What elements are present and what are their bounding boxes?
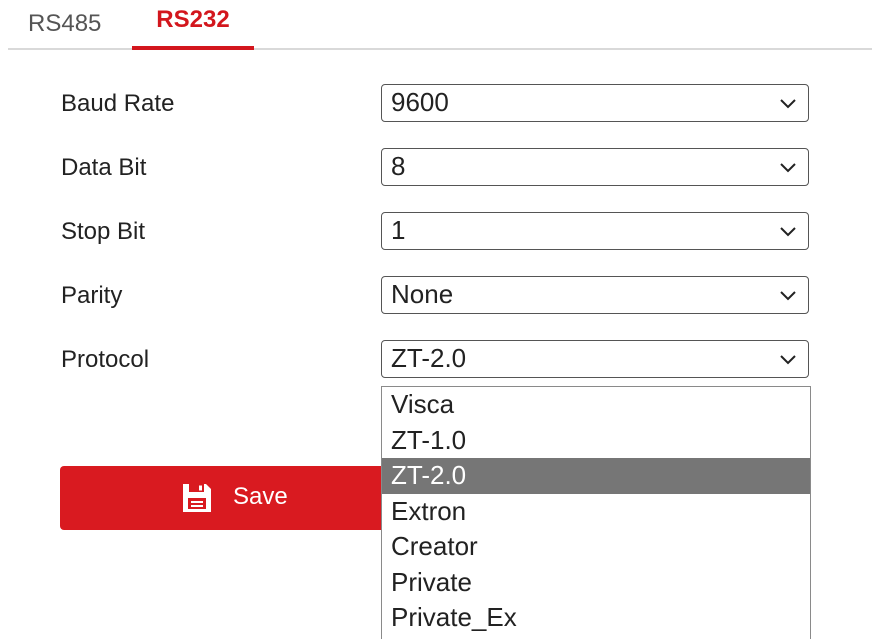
protocol-select[interactable]: ZT-2.0 xyxy=(381,340,809,378)
protocol-option-zt-2-0[interactable]: ZT-2.0 xyxy=(382,458,810,494)
protocol-label: Protocol xyxy=(61,346,150,373)
protocol-option-extron[interactable]: Extron xyxy=(382,494,810,530)
data-bit-value: 8 xyxy=(391,151,406,181)
parity-value: None xyxy=(391,279,454,309)
serial-port-settings-page: RS485 RS232 Baud Rate 9600 Data Bit 8 St… xyxy=(0,0,872,639)
protocol-option-private[interactable]: Private xyxy=(382,565,810,601)
protocol-value: ZT-2.0 xyxy=(391,343,467,373)
protocol-option-zt-1-0[interactable]: ZT-1.0 xyxy=(382,423,810,459)
chevron-down-icon xyxy=(780,355,796,365)
data-bit-select[interactable]: 8 xyxy=(381,148,809,186)
protocol-option-creator[interactable]: Creator xyxy=(382,529,810,565)
save-button-label: Save xyxy=(233,483,288,510)
chevron-down-icon xyxy=(780,163,796,173)
tab-rs232[interactable]: RS232 xyxy=(132,0,254,50)
stop-bit-label: Stop Bit xyxy=(61,218,146,245)
protocol-option-private-ex[interactable]: Private_Ex xyxy=(382,600,810,636)
chevron-down-icon xyxy=(780,227,796,237)
stop-bit-value: 1 xyxy=(391,215,406,245)
baud-rate-value: 9600 xyxy=(391,87,449,117)
protocol-dropdown-list: Visca ZT-1.0 ZT-2.0 Extron Creator Priva… xyxy=(381,386,811,639)
tab-rs485[interactable]: RS485 xyxy=(28,0,101,48)
chevron-down-icon xyxy=(780,291,796,301)
stop-bit-select[interactable]: 1 xyxy=(381,212,809,250)
save-icon xyxy=(183,484,211,512)
parity-select[interactable]: None xyxy=(381,276,809,314)
tab-bar: RS485 RS232 xyxy=(8,0,872,50)
protocol-option-visca[interactable]: Visca xyxy=(382,387,810,423)
parity-label: Parity xyxy=(61,282,123,309)
baud-rate-label: Baud Rate xyxy=(61,90,175,117)
baud-rate-select[interactable]: 9600 xyxy=(381,84,809,122)
data-bit-label: Data Bit xyxy=(61,154,147,181)
chevron-down-icon xyxy=(780,99,796,109)
